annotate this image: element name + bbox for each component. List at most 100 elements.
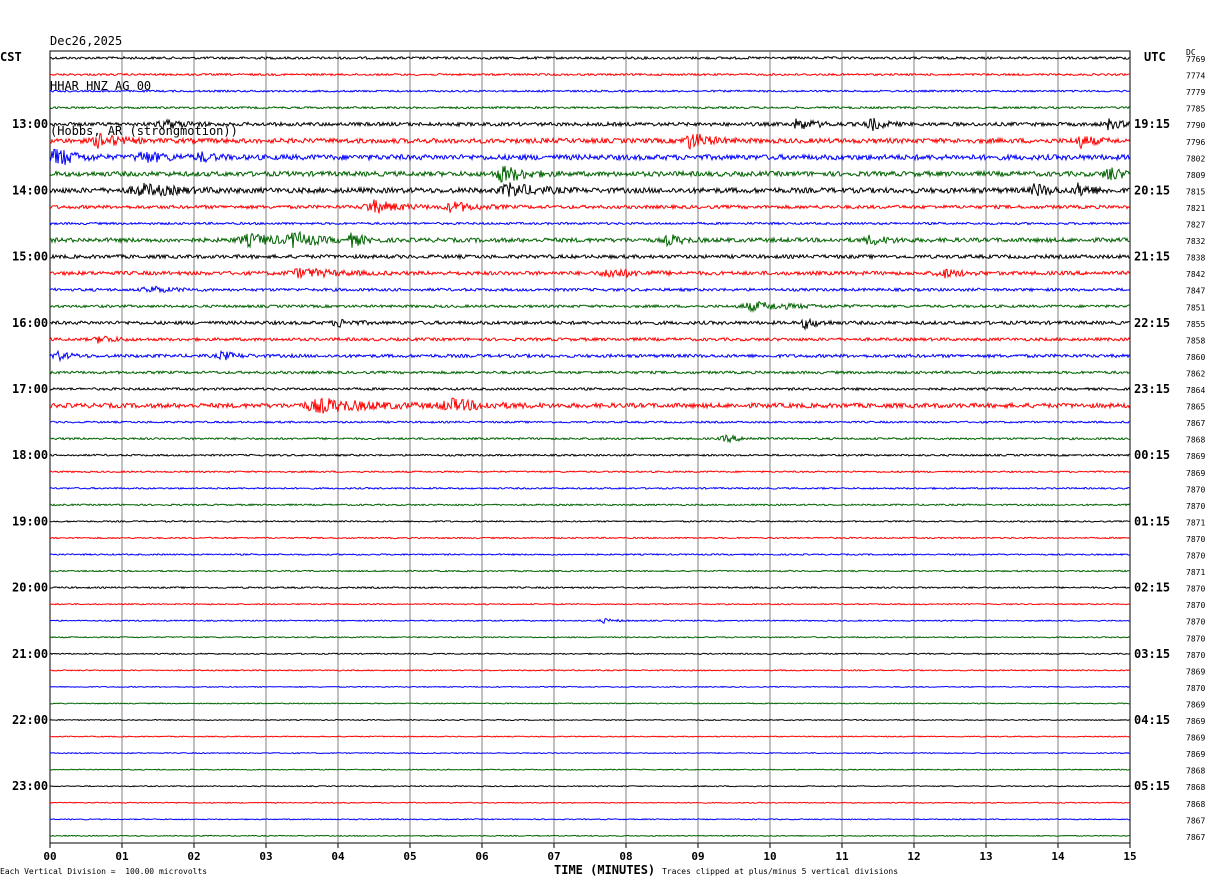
trace-line bbox=[49, 453, 1131, 458]
trace-line bbox=[49, 618, 1131, 624]
trace-line bbox=[49, 165, 1131, 183]
cst-hour-label: 14:00 bbox=[12, 183, 48, 197]
trace-line bbox=[49, 818, 1131, 821]
trace-line bbox=[49, 536, 1131, 540]
x-tick-label: 04 bbox=[331, 850, 345, 863]
utc-hour-label: 05:15 bbox=[1134, 779, 1170, 793]
utc-hour-label: 19:15 bbox=[1134, 117, 1170, 131]
utc-hour-label: 02:15 bbox=[1134, 581, 1170, 595]
trace-line bbox=[49, 300, 1131, 314]
cst-hour-label: 22:00 bbox=[12, 713, 48, 727]
trace-line bbox=[49, 433, 1131, 444]
x-tick-label: 07 bbox=[547, 850, 560, 863]
x-tick-label: 01 bbox=[115, 850, 129, 863]
clip-note: Traces clipped at plus/minus 5 vertical … bbox=[662, 867, 899, 876]
x-axis-label: TIME (MINUTES) bbox=[554, 863, 656, 877]
dc-offset-label: 7870 bbox=[1186, 502, 1205, 511]
dc-offset-label: 7867 bbox=[1186, 816, 1205, 825]
scale-note: Each Vertical Division = 100.00 microvol… bbox=[0, 867, 208, 876]
dc-offset-label: 7779 bbox=[1186, 88, 1205, 97]
trace-line bbox=[49, 89, 1131, 93]
trace-line bbox=[49, 635, 1131, 639]
dc-offset-label: 7838 bbox=[1186, 254, 1205, 263]
cst-hour-label: 21:00 bbox=[12, 647, 48, 661]
dc-offset-label: 7870 bbox=[1186, 634, 1205, 643]
trace-line bbox=[49, 486, 1131, 490]
trace-line bbox=[49, 702, 1131, 705]
trace-line bbox=[49, 569, 1130, 573]
cst-hour-label: 17:00 bbox=[12, 382, 48, 396]
dc-offset-label: 7868 bbox=[1186, 767, 1205, 776]
dc-offset-label: 7815 bbox=[1186, 187, 1205, 196]
dc-offset-label: 7827 bbox=[1186, 221, 1205, 230]
plot-frame bbox=[49, 50, 1131, 844]
dc-offset-label: 7869 bbox=[1186, 667, 1205, 676]
x-tick-label: 14 bbox=[1051, 850, 1065, 863]
dc-offset-label: 7868 bbox=[1186, 436, 1205, 445]
trace-line bbox=[50, 669, 1131, 672]
x-tick-label: 13 bbox=[979, 850, 992, 863]
x-tick-label: 15 bbox=[1123, 850, 1136, 863]
utc-hour-label: 23:15 bbox=[1134, 382, 1170, 396]
dc-offset-label: 7842 bbox=[1186, 270, 1205, 279]
x-tick-label: 10 bbox=[763, 850, 776, 863]
trace-line bbox=[49, 397, 1131, 414]
trace-line bbox=[49, 718, 1131, 722]
dc-offset-label: 7790 bbox=[1186, 121, 1205, 130]
dc-offset-label: 7860 bbox=[1186, 353, 1205, 362]
dc-offset-label: 7867 bbox=[1186, 419, 1205, 428]
cst-hour-label: 18:00 bbox=[12, 448, 48, 462]
dc-offset-label: 7870 bbox=[1186, 485, 1205, 494]
dc-offset-label: 7870 bbox=[1186, 535, 1205, 544]
x-tick-label: 03 bbox=[259, 850, 272, 863]
dc-offset-label: 7869 bbox=[1186, 750, 1205, 759]
trace-line bbox=[49, 132, 1131, 150]
dc-offset-label: 7870 bbox=[1186, 552, 1205, 561]
trace-line bbox=[49, 420, 1131, 425]
trace-line bbox=[49, 253, 1131, 261]
trace-line bbox=[49, 230, 1131, 249]
x-tick-label: 09 bbox=[691, 850, 704, 863]
x-tick-label: 12 bbox=[907, 850, 920, 863]
dc-offset-label: 7851 bbox=[1186, 303, 1205, 312]
dc-offset-label: 7832 bbox=[1186, 237, 1205, 246]
trace-line bbox=[49, 834, 1131, 837]
utc-hour-label: 21:15 bbox=[1134, 250, 1170, 264]
x-tick-label: 11 bbox=[835, 850, 849, 863]
cst-hour-label: 15:00 bbox=[12, 250, 48, 264]
trace-line bbox=[49, 519, 1131, 523]
dc-offset-label: 7870 bbox=[1186, 601, 1205, 610]
dc-offset-label: 7855 bbox=[1186, 320, 1205, 329]
dc-offset-label: 7870 bbox=[1186, 585, 1205, 594]
dc-offset-label: 7858 bbox=[1186, 336, 1205, 345]
dc-offset-label: 7870 bbox=[1186, 651, 1205, 660]
cst-hour-label: 13:00 bbox=[12, 117, 48, 131]
cst-hour-label: 20:00 bbox=[12, 581, 48, 595]
dc-offset-label: 7769 bbox=[1186, 55, 1205, 64]
trace-line bbox=[49, 285, 1131, 294]
trace-line bbox=[49, 267, 1131, 280]
trace-line bbox=[49, 503, 1131, 507]
trace-line bbox=[49, 72, 1131, 77]
x-tick-label: 08 bbox=[619, 850, 632, 863]
dc-offset-label: 7867 bbox=[1186, 833, 1205, 842]
dc-offset-label: 7865 bbox=[1186, 403, 1205, 412]
trace-line bbox=[49, 117, 1131, 131]
dc-offset-label: 7869 bbox=[1186, 717, 1205, 726]
utc-hour-label: 22:15 bbox=[1134, 316, 1170, 330]
dc-offset-label: 7821 bbox=[1186, 204, 1205, 213]
x-tick-label: 02 bbox=[187, 850, 200, 863]
trace-line bbox=[49, 552, 1130, 557]
dc-offset-label: 7809 bbox=[1186, 171, 1205, 180]
trace-line bbox=[49, 652, 1131, 656]
dc-offset-label: 7864 bbox=[1186, 386, 1205, 395]
dc-offset-label: 7870 bbox=[1186, 618, 1205, 627]
trace-line bbox=[49, 751, 1131, 755]
dc-offset-label: 7869 bbox=[1186, 700, 1205, 709]
trace-line bbox=[49, 585, 1131, 590]
dc-offset-label: 7868 bbox=[1186, 800, 1205, 809]
x-tick-label: 00 bbox=[43, 850, 56, 863]
trace-line bbox=[49, 199, 1131, 214]
utc-hour-label: 04:15 bbox=[1134, 713, 1170, 727]
cst-hour-label: 19:00 bbox=[12, 514, 48, 528]
